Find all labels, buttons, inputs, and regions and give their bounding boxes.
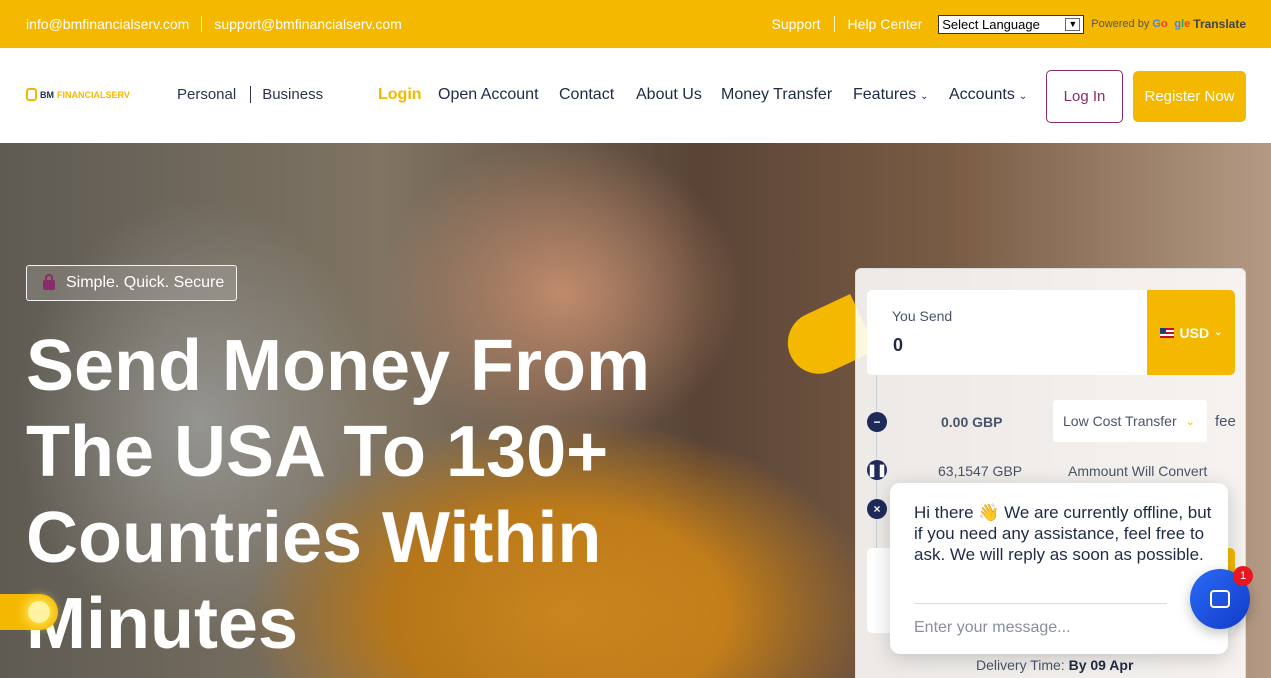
nav-item-money-transfer[interactable]: Money Transfer: [721, 86, 832, 104]
nav-item-open-account[interactable]: Open Account: [438, 86, 539, 104]
language-select[interactable]: Select Language ▼: [938, 14, 1085, 34]
info-email-link[interactable]: info@bmfinancialserv.com: [26, 16, 189, 32]
fee-value: 0.00 GBP: [941, 414, 1003, 430]
unread-badge: 1: [1233, 566, 1253, 586]
rate-label: Ammount Will Convert: [1068, 463, 1208, 479]
business-link[interactable]: Business: [262, 86, 323, 103]
log-in-button[interactable]: Log In: [1046, 70, 1123, 123]
nav-item-contact[interactable]: Contact: [559, 86, 614, 104]
chevron-down-icon: ⌄: [1214, 327, 1223, 338]
divider: [201, 16, 203, 32]
chat-popup: Hi there 👋 We are currently offline, but…: [890, 483, 1228, 654]
chevron-down-icon: ⌄: [920, 91, 929, 102]
language-select-value: Select Language: [942, 16, 1040, 32]
transfer-type-select[interactable]: Low Cost Transfer ⌄: [1053, 400, 1207, 442]
nav-item-accounts[interactable]: Accounts ⌄: [949, 86, 1027, 104]
logo-text-bm: BM: [40, 89, 54, 100]
nav-item-features-label: Features: [853, 86, 917, 103]
main-navigation: BM FINANCIALSERV Personal Business Login…: [0, 48, 1271, 143]
top-bar-links: Support Help Center Select Language ▼ Po…: [772, 0, 1246, 48]
hero-headline: Send Money From The USA To 130+ Countrie…: [26, 326, 651, 664]
multiply-icon: ×: [867, 499, 887, 519]
chevron-down-icon: ▼: [1065, 17, 1081, 31]
chevron-down-icon: ⌄: [1185, 415, 1195, 428]
you-send-input[interactable]: 0: [893, 335, 903, 356]
google-translate-credit: Powered by Google Translate: [1091, 17, 1246, 31]
decorative-glow: [28, 601, 50, 623]
delivery-time: Delivery Time: By 09 Apr: [976, 657, 1133, 673]
translate-text[interactable]: Translate: [1193, 17, 1246, 31]
chat-bubble-icon: [1210, 590, 1230, 608]
divider: [250, 86, 252, 103]
logo-text-financialserv: FINANCIALSERV: [57, 89, 130, 100]
top-bar: info@bmfinancialserv.com support@bmfinan…: [0, 0, 1271, 48]
nav-item-features[interactable]: Features ⌄: [853, 86, 929, 104]
lock-icon: [43, 274, 55, 290]
minus-icon: −: [867, 412, 887, 432]
us-flag-icon: [1159, 327, 1174, 338]
nav-item-accounts-label: Accounts: [949, 86, 1015, 103]
transfer-type-value: Low Cost Transfer: [1063, 413, 1177, 429]
support-email-link[interactable]: support@bmfinancialserv.com: [214, 16, 401, 32]
logo-mark-icon: [26, 88, 37, 101]
personal-link[interactable]: Personal: [177, 86, 236, 103]
google-logo: Google: [1152, 18, 1191, 30]
support-link[interactable]: Support: [772, 16, 821, 32]
powered-by-text: Powered by: [1091, 18, 1150, 30]
chat-message: Hi there 👋 We are currently offline, but…: [914, 503, 1212, 564]
help-center-link[interactable]: Help Center: [848, 16, 923, 32]
currency-code: USD: [1179, 324, 1210, 341]
you-send-box: You Send 0 USD ⌄: [867, 290, 1235, 375]
divider: [833, 16, 835, 32]
divider: [914, 603, 1167, 604]
fee-label: fee: [1215, 413, 1236, 430]
nav-item-login[interactable]: Login: [378, 86, 422, 104]
chevron-down-icon: ⌄: [1018, 91, 1028, 102]
currency-select[interactable]: USD ⌄: [1147, 290, 1235, 375]
delivery-value: By 09 Apr: [1068, 657, 1134, 673]
segment-switch: Personal Business: [177, 86, 323, 103]
rate-value: 63,1547 GBP: [938, 463, 1023, 479]
you-send-label: You Send: [892, 308, 953, 324]
register-now-button[interactable]: Register Now: [1133, 71, 1246, 122]
chat-message-input[interactable]: Enter your message...: [914, 619, 1071, 637]
site-logo[interactable]: BM FINANCIALSERV: [26, 88, 130, 101]
hero-badge: Simple. Quick. Secure: [26, 265, 237, 301]
top-bar-contacts: info@bmfinancialserv.com support@bmfinan…: [26, 0, 402, 48]
pause-icon: ❚❚: [867, 460, 887, 480]
hero-badge-text: Simple. Quick. Secure: [66, 274, 225, 291]
delivery-label: Delivery Time:: [976, 657, 1065, 673]
nav-item-about-us[interactable]: About Us: [636, 86, 702, 104]
